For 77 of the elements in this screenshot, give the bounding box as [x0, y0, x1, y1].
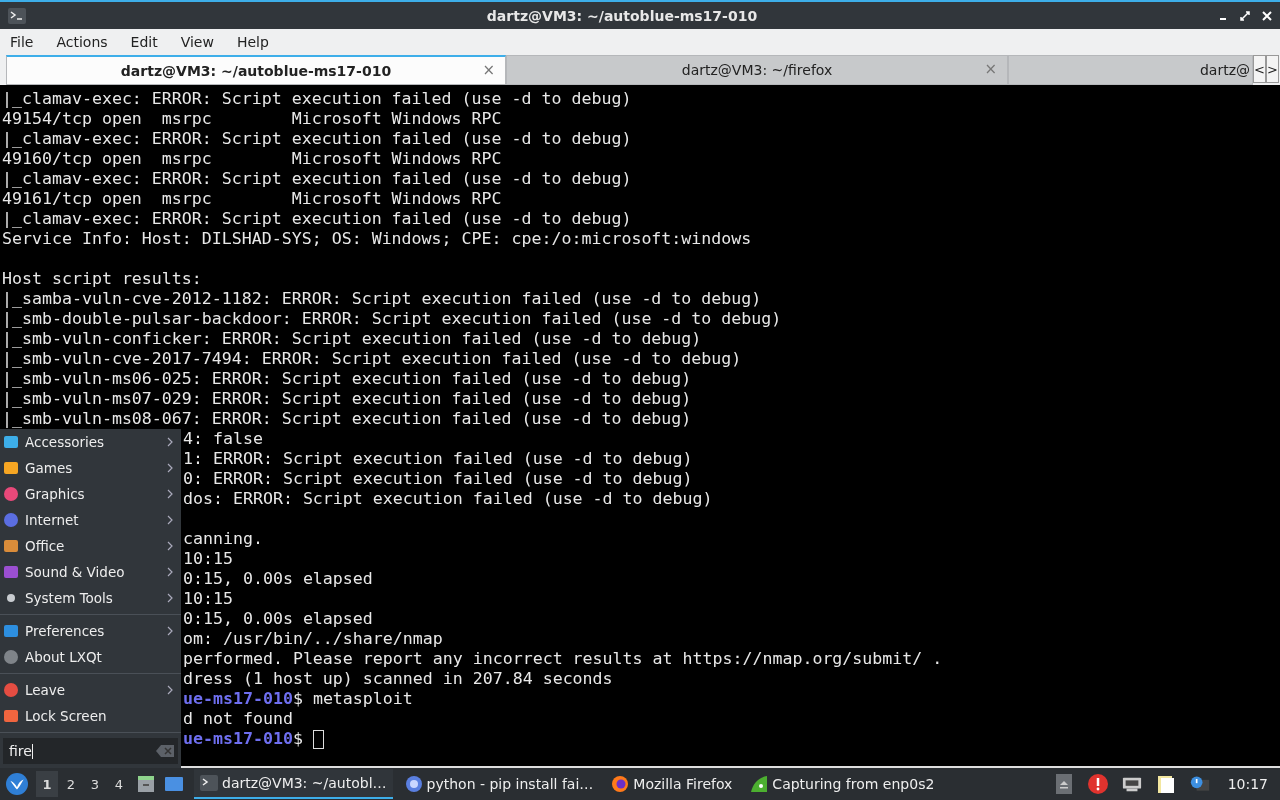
terminal-line: 4: false [183, 429, 263, 449]
ring-icon [404, 775, 423, 793]
terminal-line: 1: ERROR: Script execution failed (use -d to debug) [183, 449, 693, 469]
terminal-line: 49154/tcp open msrpc Microsoft Windows RPC [2, 109, 502, 129]
terminal-line: dress (1 host up) scanned in 207.84 seconds [183, 669, 613, 689]
tab[interactable]: dartz@VM3: ~/firefox × [506, 55, 1008, 85]
menu-item[interactable]: System Tools [0, 585, 181, 611]
menu-item[interactable]: View [180, 33, 214, 50]
fin-icon [750, 775, 769, 793]
file-cabinet-icon[interactable] [136, 774, 156, 794]
terminal-line: Service Info: Host: DILSHAD-SYS; OS: Windows; CPE: cpe:/o:microsoft:windows [2, 229, 752, 249]
desktop-button[interactable]: 3 [84, 771, 106, 797]
terminal-line: |_clamav-exec: ERROR: Script execution failed (use -d to debug) [2, 129, 632, 149]
tab[interactable]: dartz@VM3: ~/autoblue-ms17-010 × [6, 55, 506, 85]
menu-item[interactable]: Accessories [0, 429, 181, 455]
close-tab-button[interactable]: × [482, 61, 495, 79]
menu-item[interactable]: Edit [130, 33, 158, 50]
notes-icon[interactable] [1155, 774, 1176, 794]
clock[interactable]: 10:17 [1227, 776, 1274, 792]
terminal-line: 49160/tcp open msrpc Microsoft Windows RPC [2, 149, 502, 169]
terminal-line: d not found [183, 709, 293, 729]
desktop-icon[interactable] [164, 774, 184, 794]
task-button[interactable]: dartz@VM3: ~/autobl… [194, 769, 393, 799]
menu-item[interactable]: Internet [0, 507, 181, 533]
maximize-icon[interactable] [1240, 10, 1250, 21]
desktop-button[interactable]: 2 [60, 771, 82, 797]
terminal-line: 0:15, 0.00s elapsed [183, 569, 373, 589]
task-button[interactable]: python - pip install fai… [398, 769, 600, 799]
menu-item[interactable]: Games [0, 455, 181, 481]
window-title: dartz@VM3: ~/autoblue-ms17-010 [485, 7, 759, 24]
alert-icon[interactable] [1087, 774, 1108, 794]
task-button[interactable]: Mozilla Firefox [605, 769, 739, 799]
terminal-line: |_samba-vuln-cve-2012-1182: ERROR: Script execution failed (use -d to debug) [2, 289, 762, 309]
menu-item[interactable]: Preferences [0, 618, 181, 644]
close-icon[interactable] [1262, 10, 1272, 21]
menu-item[interactable]: About LXQt [0, 644, 181, 670]
terminal-line: Host script results: [2, 269, 202, 289]
menu-item[interactable]: File [10, 33, 34, 50]
menu-item[interactable]: Leave [0, 677, 181, 703]
menu-item[interactable]: Sound & Video [0, 559, 181, 585]
clear-icon[interactable] [156, 745, 174, 757]
terminal-line: dos: ERROR: Script execution failed (use -d to debug) [183, 489, 713, 509]
menu-item[interactable]: Office [0, 533, 181, 559]
terminal-line: om: /usr/bin/../share/nmap [183, 629, 443, 649]
terminal-line: |_smb-vuln-ms07-029: ERROR: Script execution failed (use -d to debug) [2, 389, 692, 409]
terminal-line: |_clamav-exec: ERROR: Script execution failed (use -d to debug) [2, 169, 632, 189]
terminal-line: performed. Please report any incorrect results at https://nmap.org/submit/ . [183, 649, 943, 669]
terminal-line: ue-ms17-010$ [183, 729, 304, 749]
terminal-line: 0:15, 0.00s elapsed [183, 609, 373, 629]
task-button[interactable]: Capturing from enp0s2 [744, 769, 941, 799]
terminal-line: |_clamav-exec: ERROR: Script execution failed (use -d to debug) [2, 89, 632, 109]
terminal-line: |_smb-double-pulsar-backdoor: ERROR: Script execution failed (use -d to debug) [2, 309, 782, 329]
desktop-button[interactable]: 4 [108, 771, 130, 797]
terminal-line: |_clamav-exec: ERROR: Script execution failed (use -d to debug) [2, 209, 632, 229]
terminal-icon [8, 7, 26, 24]
notification-icon[interactable] [1189, 774, 1210, 794]
desktop-button[interactable]: 1 [36, 771, 58, 797]
menu-item[interactable]: Graphics [0, 481, 181, 507]
menu-item[interactable]: Lock Screen [0, 703, 181, 729]
terminal-line: |_smb-vuln-conficker: ERROR: Script execution failed (use -d to debug) [2, 329, 702, 349]
terminal-line: 49161/tcp open msrpc Microsoft Windows RPC [2, 189, 502, 209]
terminal-line: canning. [183, 529, 263, 549]
terminal-line: 10:15 [183, 549, 233, 569]
terminal-icon [200, 774, 218, 792]
terminal-line: ue-ms17-010$ metasploit [183, 689, 413, 709]
terminal-line: |_smb-vuln-cve-2017-7494: ERROR: Script execution failed (use -d to debug) [2, 349, 742, 369]
menu-item[interactable]: Help [236, 33, 269, 50]
terminal-line: |_smb-vuln-ms06-025: ERROR: Script execution failed (use -d to debug) [2, 369, 692, 389]
terminal-line: |_smb-vuln-ms08-067: ERROR: Script execution failed (use -d to debug) [2, 409, 692, 429]
search-field[interactable]: fire [3, 738, 178, 764]
menu-item[interactable]: Actions [56, 33, 108, 50]
eject-icon[interactable] [1053, 774, 1074, 794]
tab-scroll-button[interactable]: > [1266, 55, 1279, 83]
tab[interactable]: dartz@ [1008, 55, 1253, 85]
terminal-line: 10:15 [183, 589, 233, 609]
terminal-line: 0: ERROR: Script execution failed (use -d to debug) [183, 469, 693, 489]
tab-scroll-button[interactable]: < [1253, 55, 1266, 83]
